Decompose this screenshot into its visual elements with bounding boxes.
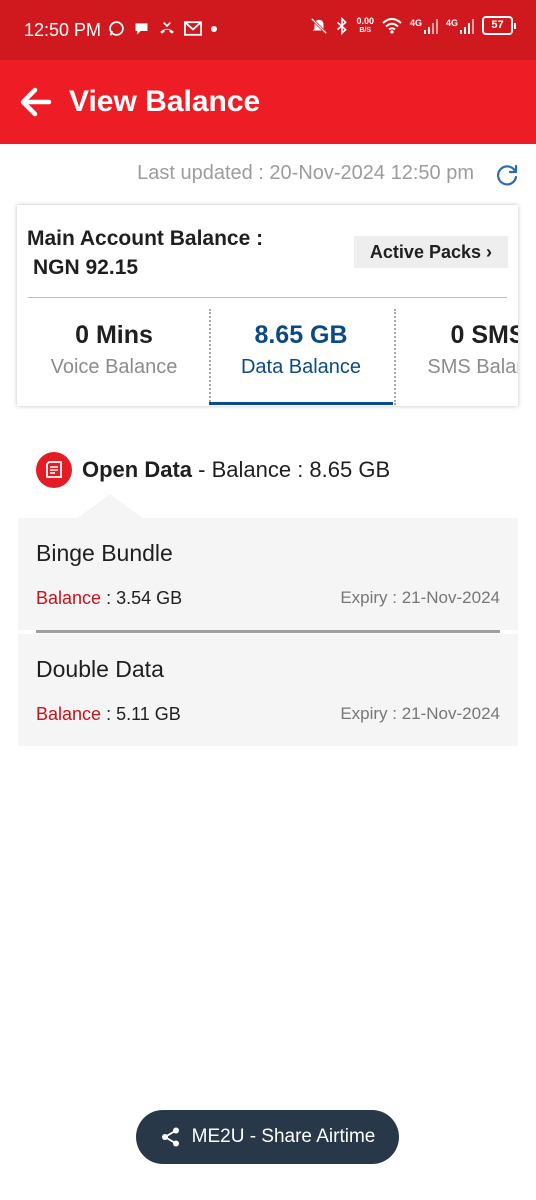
bundle-balance-value: : 3.54 GB bbox=[101, 588, 183, 608]
back-arrow-icon[interactable] bbox=[16, 82, 56, 122]
voice-balance-label: Voice Balance bbox=[50, 356, 178, 378]
tab-voice-balance[interactable]: 0 Mins Voice Balance bbox=[22, 309, 206, 405]
refresh-icon[interactable] bbox=[494, 162, 520, 188]
bundle-name: Binge Bundle bbox=[36, 540, 173, 566]
bundle-expiry: Expiry : 21-Nov-2024 bbox=[340, 704, 500, 723]
signal-2: 4G bbox=[446, 18, 474, 34]
main-account-label: Main Account Balance : bbox=[27, 227, 264, 250]
bluetooth-icon bbox=[337, 16, 348, 35]
whatsapp-icon bbox=[109, 21, 124, 36]
share-airtime-label: ME2U - Share Airtime bbox=[191, 1126, 376, 1147]
tab-data-balance[interactable]: 8.65 GB Data Balance bbox=[209, 309, 393, 405]
open-data-balance: - Balance : 8.65 GB bbox=[192, 457, 391, 482]
battery-level: 57 bbox=[482, 16, 513, 35]
network-type-1: 4G bbox=[409, 17, 422, 28]
signal-bars-icon bbox=[423, 18, 438, 34]
voice-balance-value: 0 Mins bbox=[75, 321, 153, 349]
net-speed-value: 0.00 bbox=[356, 15, 374, 26]
bundle-divider bbox=[36, 630, 500, 633]
data-balance-value: 8.65 GB bbox=[254, 321, 348, 349]
bundle-balance-label: Balance bbox=[36, 704, 102, 724]
net-speed: 0.00 B/S bbox=[356, 15, 374, 35]
gmail-icon bbox=[184, 21, 202, 36]
system-icons: 0.00 B/S 4G 4G 57 bbox=[310, 16, 516, 35]
sms-balance-value: 0 SMS bbox=[450, 321, 518, 349]
bundle-balance-value: : 5.11 GB bbox=[101, 704, 181, 724]
active-packs-button[interactable]: Active Packs › bbox=[353, 236, 508, 268]
last-updated-text: Last updated : 20-Nov-2024 12:50 pm bbox=[137, 162, 474, 184]
open-data-title: Open Data bbox=[82, 457, 193, 482]
notification-icons bbox=[108, 20, 218, 37]
open-data-header: Open Data - Balance : 8.65 GB bbox=[36, 450, 390, 490]
status-time: 12:50 PM bbox=[24, 20, 102, 40]
open-data-text: Open Data - Balance : 8.65 GB bbox=[82, 457, 390, 483]
tab-sms-balance[interactable]: 0 SMS SMS Balance bbox=[396, 309, 518, 405]
bundle-name: Double Data bbox=[36, 656, 164, 682]
network-type-2: 4G bbox=[445, 17, 458, 28]
net-speed-unit: B/S bbox=[359, 26, 372, 34]
sms-balance-label: SMS Balance bbox=[427, 356, 518, 378]
bundle-balance: Balance : 5.11 GB bbox=[36, 704, 181, 725]
data-pack-icon bbox=[46, 461, 62, 478]
bundle-balance: Balance : 3.54 GB bbox=[36, 588, 182, 609]
main-account-value: NGN 92.15 bbox=[33, 256, 139, 279]
wifi-icon bbox=[382, 17, 402, 34]
page-title: View Balance bbox=[69, 85, 261, 118]
divider bbox=[28, 297, 507, 298]
signal-1: 4G bbox=[410, 18, 438, 34]
chat-icon bbox=[135, 23, 148, 35]
mute-icon bbox=[311, 17, 328, 34]
open-data-icon bbox=[36, 452, 72, 488]
bundle-item[interactable]: Binge Bundle Balance : 3.54 GB Expiry : … bbox=[18, 518, 518, 630]
bundle-balance-label: Balance bbox=[36, 588, 102, 608]
bundle-item[interactable]: Double Data Balance : 5.11 GB Expiry : 2… bbox=[18, 634, 518, 746]
battery-icon: 57 bbox=[482, 16, 516, 35]
signal-bars-icon bbox=[460, 18, 474, 34]
pointer-arrow bbox=[76, 494, 144, 519]
share-icon bbox=[161, 1127, 179, 1147]
balance-card: Main Account Balance : NGN 92.15 Active … bbox=[17, 205, 518, 406]
missed-call-icon bbox=[160, 21, 174, 34]
share-airtime-button[interactable]: ME2U - Share Airtime bbox=[136, 1110, 399, 1164]
status-bar: 12:50 PM 0.00 B/S 4G 4G 57 bbox=[0, 0, 536, 60]
bundle-expiry: Expiry : 21-Nov-2024 bbox=[340, 588, 500, 607]
dot-icon bbox=[211, 25, 217, 32]
app-bar: View Balance bbox=[0, 60, 536, 144]
data-balance-label: Data Balance bbox=[240, 356, 362, 378]
